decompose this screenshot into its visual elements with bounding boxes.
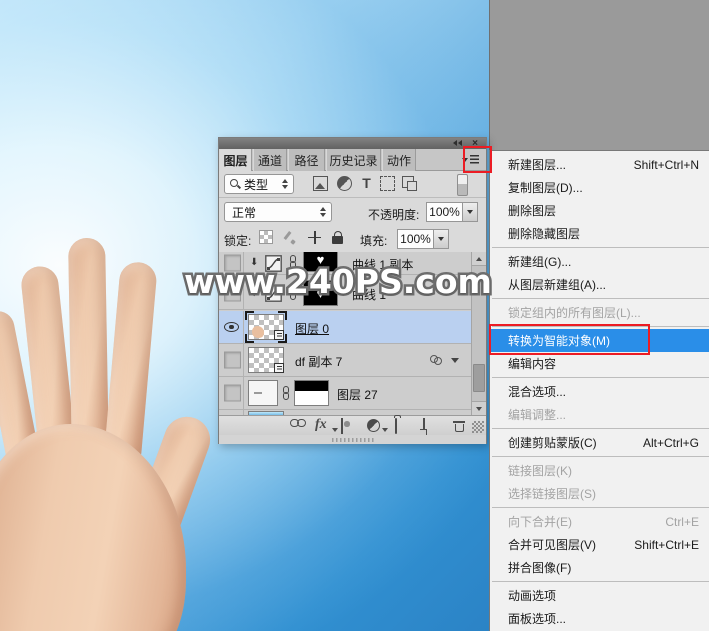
mask-link-icon [282,386,290,401]
visibility-toggle[interactable] [224,351,241,369]
layer-name[interactable]: 图层 0 [295,320,329,337]
menu-item-link-layers: 链接图层(K) [508,464,572,478]
layer-row-layer-27[interactable]: 图层 27 [219,377,471,410]
tab-paths[interactable]: 路径 [288,149,325,171]
collapse-panel-icon[interactable] [453,140,463,147]
menu-item-flatten-image[interactable]: 拼合图像(F) [490,556,709,579]
lock-transparency-icon[interactable] [259,230,273,244]
panel-tab-bar: 图层 通道 路径 历史记录 动作 [219,149,486,172]
new-adjustment-layer-icon[interactable] [367,419,380,432]
lock-all-icon[interactable] [332,230,343,244]
fill-dropdown-button[interactable] [434,229,449,249]
lock-pixels-icon[interactable] [284,231,297,244]
menu-item-new-layer[interactable]: 新建图层... Shift+Ctrl+N [490,153,709,176]
workspace-gray-area [489,0,709,151]
photoshop-screenshot: × 图层 通道 路径 历史记录 动作 类型 T 正常 不透明度: 100% 锁定… [0,0,709,631]
lock-position-icon[interactable] [308,230,321,244]
menu-item-edit-contents[interactable]: 编辑内容 [490,352,709,375]
menu-item-delete-hidden-layers[interactable]: 删除隐藏图层 [490,222,709,245]
tab-history[interactable]: 历史记录 [326,149,381,171]
eye-icon[interactable] [224,322,239,332]
layer-row-df-copy-7[interactable]: df 副本 7 [219,344,471,377]
tab-layers[interactable]: 图层 [219,149,252,172]
opacity-dropdown-button[interactable] [463,202,478,222]
layers-flyout-menu: 新建图层... Shift+Ctrl+N 复制图层(D)... 删除图层 删除隐藏… [489,150,709,631]
menu-item-create-clipping-mask[interactable]: 创建剪贴蒙版(C) Alt+Ctrl+G [490,431,709,454]
opacity-label: 不透明度: [368,208,420,222]
annotation-red-box-flyout-button [463,146,492,173]
layer-name[interactable]: df 副本 7 [295,353,342,370]
fx-dropdown-arrow-icon [332,428,338,432]
layer-thumbnail[interactable] [248,380,278,406]
menu-separator [490,426,709,431]
menu-item-panel-options[interactable]: 面板选项... [490,607,709,630]
menu-item-animation-options[interactable]: 动画选项 [490,584,709,607]
layer-thumbnail[interactable] [248,347,284,373]
new-group-icon[interactable] [395,418,397,434]
filter-smart-objects-icon[interactable] [402,176,417,191]
layer-name[interactable]: 图层 27 [337,386,378,403]
menu-item-delete-layer[interactable]: 删除图层 [490,199,709,222]
annotation-red-box-convert-to-smart-object [489,324,650,355]
filter-adjustment-layers-icon[interactable] [337,176,352,191]
new-layer-icon[interactable] [423,418,425,434]
menu-item-blending-options[interactable]: 混合选项... [490,380,709,403]
blend-mode-select[interactable]: 正常 [224,202,332,222]
menu-item-edit-adjustment: 编辑调整... [508,408,567,422]
lock-label: 锁定: [224,234,252,248]
tab-channels[interactable]: 通道 [253,149,287,171]
updown-arrows-icon [320,207,331,217]
menu-item-lock-all-layers-in-group: 锁定组内的所有图层(L)... [508,306,641,320]
panel-titlebar[interactable]: × [219,138,486,149]
layer-filter-row: 类型 T [219,171,486,198]
layer-thumbnail[interactable] [245,311,287,343]
menu-separator [490,296,709,301]
filter-pixel-layers-icon[interactable] [313,176,328,191]
opacity-value[interactable]: 100% [426,202,478,222]
filter-type-layers-icon[interactable]: T [359,176,374,191]
menu-separator [490,375,709,380]
menu-separator [490,454,709,459]
menu-separator [490,579,709,584]
updown-arrows-icon [282,179,293,189]
menu-item-duplicate-layer[interactable]: 复制图层(D)... [490,176,709,199]
lock-row: 锁定: 填充: 100% [219,226,486,252]
adjustment-dropdown-arrow-icon [382,428,388,432]
menu-item-select-linked-layers: 选择链接图层(S) [508,487,596,501]
filter-shape-layers-icon[interactable] [380,176,395,191]
panel-bottom-toolbar: fx [219,415,486,435]
fill-label: 填充: [360,234,388,248]
blend-mode-row: 正常 不透明度: 100% [219,198,486,226]
filter-kind-select[interactable]: 类型 [224,174,294,194]
menu-separator [490,245,709,250]
smart-filter-icon [430,355,443,365]
add-layer-mask-icon[interactable] [341,418,343,434]
layer-mask-thumbnail[interactable] [294,380,329,406]
fill-value[interactable]: 100% [397,229,449,249]
watermark-text: www.240PS.com [182,260,495,304]
smart-object-badge-icon [274,363,284,373]
scroll-down-button[interactable] [472,401,486,415]
panel-resize-grip[interactable] [472,421,484,433]
layer-style-fx-icon[interactable]: fx [315,418,327,432]
menu-item-new-group[interactable]: 新建组(G)... [490,250,709,273]
scrollbar-thumb[interactable] [473,364,485,392]
menu-separator [490,505,709,510]
filter-on-off-toggle[interactable] [457,174,468,196]
menu-item-merge-visible[interactable]: 合并可见图层(V) Shift+Ctrl+E [490,533,709,556]
visibility-toggle[interactable] [224,384,241,402]
link-layers-icon[interactable] [290,419,306,428]
search-icon [230,179,240,189]
effects-collapse-arrow-icon[interactable] [451,358,459,363]
tab-actions[interactable]: 动作 [382,149,416,171]
panel-drag-handle[interactable] [219,435,486,444]
menu-item-new-group-from-layers[interactable]: 从图层新建组(A)... [490,273,709,296]
layer-row-layer-0-selected[interactable]: 图层 0 [219,311,471,344]
menu-item-merge-down: 向下合并(E) Ctrl+E [508,514,699,530]
